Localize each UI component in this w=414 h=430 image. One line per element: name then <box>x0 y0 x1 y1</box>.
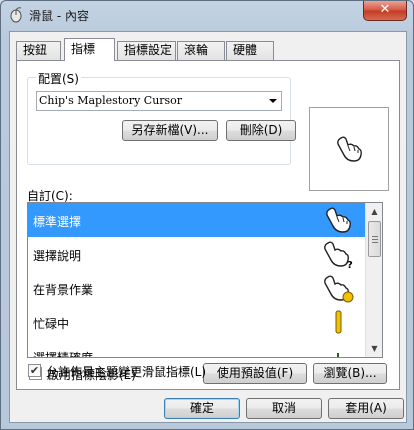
list-item-help-select[interactable]: 選擇說明 ? <box>28 237 366 271</box>
scheme-selected-value: Chip's Maplestory Cursor <box>39 94 183 107</box>
cursor-list[interactable]: 標準選擇 選擇說明 ? 在背景作業 忙碌中 選擇精確度 ▲ ▼ <box>27 202 383 358</box>
thumb-grip-line <box>372 239 378 240</box>
title-bar[interactable]: 滑鼠 - 內容 ✕ <box>1 1 413 29</box>
scheme-group-label: 配置(S) <box>36 70 81 87</box>
hand-cursor-preview-icon <box>337 136 362 162</box>
cursor-list-scrollbar[interactable]: ▲ ▼ <box>365 203 382 357</box>
list-item-label: 忙碌中 <box>33 317 70 331</box>
dropdown-arrow-icon <box>269 99 277 103</box>
allow-themes-label: 允許佈景主題變更滑鼠指標(L) <box>46 365 207 379</box>
allow-themes-checkbox[interactable]: ✔ <box>28 364 41 377</box>
list-item-label: 選擇精確度 <box>33 351 94 358</box>
scheme-group: 配置(S) Chip's Maplestory Cursor 另存新檔(V)..… <box>27 70 296 165</box>
crosshair-cursor-icon <box>337 353 339 357</box>
list-item-label: 在背景作業 <box>33 283 94 297</box>
svg-text:?: ? <box>347 260 353 269</box>
pointers-tab-panel: 配置(S) Chip's Maplestory Cursor 另存新檔(V)..… <box>16 60 400 390</box>
cursor-preview <box>309 107 389 191</box>
thumb-grip-line <box>372 236 378 237</box>
list-item-normal-select[interactable]: 標準選擇 <box>28 203 366 237</box>
use-default-button[interactable]: 使用預設值(F) <box>203 363 307 384</box>
mouse-properties-window: 滑鼠 - 內容 ✕ 按鈕 指標 指標設定 滾輪 硬體 配置(S) Chip's … <box>0 0 414 430</box>
browse-button[interactable]: 瀏覽(B)... <box>313 363 387 384</box>
ok-button[interactable]: 確定 <box>164 398 240 419</box>
thumb-grip-line <box>372 242 378 243</box>
delete-button[interactable]: 刪除(D) <box>226 120 296 141</box>
hand-cursor-icon <box>326 207 351 233</box>
list-item-precision-select[interactable]: 選擇精確度 <box>28 339 366 358</box>
hand-help-cursor-icon: ? <box>324 241 353 269</box>
list-item-label: 標準選擇 <box>33 215 82 229</box>
tab-pointer-options[interactable]: 指標設定 <box>117 41 176 60</box>
apply-button[interactable]: 套用(A) <box>328 398 404 419</box>
mouse-app-icon <box>10 7 22 23</box>
scroll-up-arrow-icon[interactable]: ▲ <box>366 203 382 220</box>
scroll-down-arrow-icon[interactable]: ▼ <box>366 340 382 357</box>
tab-hardware[interactable]: 硬體 <box>226 41 274 60</box>
window-title: 滑鼠 - 內容 <box>29 9 89 23</box>
save-as-button[interactable]: 另存新檔(V)... <box>122 120 218 141</box>
list-item-label: 選擇說明 <box>33 249 82 263</box>
tab-pointers[interactable]: 指標 <box>64 38 115 61</box>
cancel-button[interactable]: 取消 <box>246 398 322 419</box>
tab-buttons[interactable]: 按鈕 <box>16 41 61 60</box>
hand-busy-cursor-icon <box>324 275 354 303</box>
hourglass-bar-icon <box>335 310 342 334</box>
scrollbar-thumb[interactable] <box>368 221 381 257</box>
scheme-dropdown[interactable]: Chip's Maplestory Cursor <box>36 91 282 111</box>
list-item-busy[interactable]: 忙碌中 <box>28 305 366 339</box>
dialog-client-area: 按鈕 指標 指標設定 滾輪 硬體 配置(S) Chip's Maplestory… <box>9 31 407 423</box>
close-button[interactable]: ✕ <box>363 1 407 21</box>
list-item-working-in-background[interactable]: 在背景作業 <box>28 271 366 305</box>
tab-wheel[interactable]: 滾輪 <box>177 41 225 60</box>
